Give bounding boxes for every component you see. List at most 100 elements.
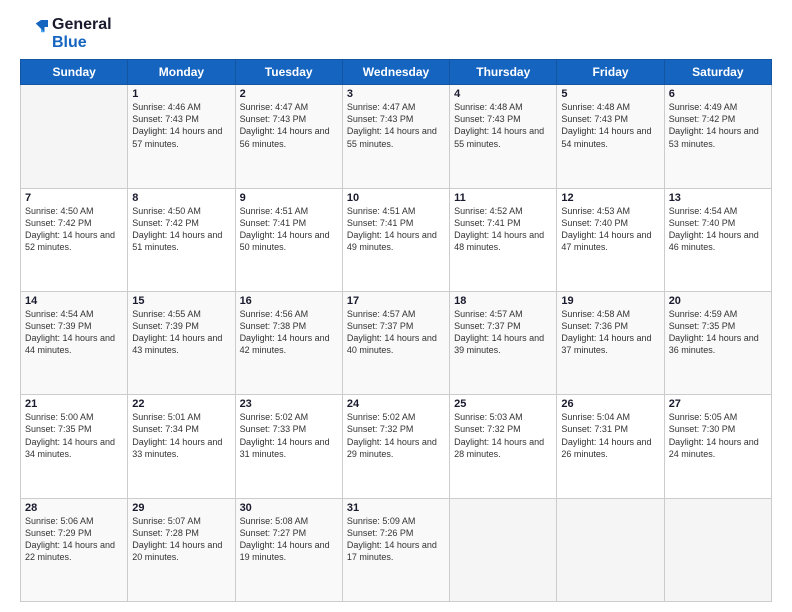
day-info: Sunrise: 4:49 AMSunset: 7:42 PMDaylight:… [669, 101, 767, 150]
day-number: 9 [240, 192, 338, 204]
day-number: 27 [669, 398, 767, 410]
day-info: Sunrise: 4:47 AMSunset: 7:43 PMDaylight:… [240, 101, 338, 150]
weekday-header-saturday: Saturday [664, 60, 771, 85]
page: General Blue SundayMondayTuesdayWednesda… [0, 0, 792, 612]
weekday-header-tuesday: Tuesday [235, 60, 342, 85]
calendar-cell: 14 Sunrise: 4:54 AMSunset: 7:39 PMDaylig… [21, 291, 128, 394]
logo-icon [20, 20, 48, 48]
day-number: 7 [25, 192, 123, 204]
weekday-header-wednesday: Wednesday [342, 60, 449, 85]
day-number: 14 [25, 295, 123, 307]
calendar-cell: 26 Sunrise: 5:04 AMSunset: 7:31 PMDaylig… [557, 395, 664, 498]
calendar-cell: 15 Sunrise: 4:55 AMSunset: 7:39 PMDaylig… [128, 291, 235, 394]
weekday-header-monday: Monday [128, 60, 235, 85]
calendar-cell: 13 Sunrise: 4:54 AMSunset: 7:40 PMDaylig… [664, 188, 771, 291]
calendar-cell: 12 Sunrise: 4:53 AMSunset: 7:40 PMDaylig… [557, 188, 664, 291]
day-info: Sunrise: 4:51 AMSunset: 7:41 PMDaylight:… [240, 205, 338, 254]
calendar-cell: 24 Sunrise: 5:02 AMSunset: 7:32 PMDaylig… [342, 395, 449, 498]
calendar-cell: 5 Sunrise: 4:48 AMSunset: 7:43 PMDayligh… [557, 85, 664, 188]
day-number: 17 [347, 295, 445, 307]
calendar-cell: 30 Sunrise: 5:08 AMSunset: 7:27 PMDaylig… [235, 498, 342, 601]
calendar-cell: 19 Sunrise: 4:58 AMSunset: 7:36 PMDaylig… [557, 291, 664, 394]
day-info: Sunrise: 5:04 AMSunset: 7:31 PMDaylight:… [561, 411, 659, 460]
calendar-cell: 16 Sunrise: 4:56 AMSunset: 7:38 PMDaylig… [235, 291, 342, 394]
weekday-header-thursday: Thursday [450, 60, 557, 85]
day-number: 26 [561, 398, 659, 410]
day-number: 20 [669, 295, 767, 307]
calendar-cell: 20 Sunrise: 4:59 AMSunset: 7:35 PMDaylig… [664, 291, 771, 394]
day-info: Sunrise: 4:52 AMSunset: 7:41 PMDaylight:… [454, 205, 552, 254]
day-info: Sunrise: 4:50 AMSunset: 7:42 PMDaylight:… [25, 205, 123, 254]
day-number: 31 [347, 502, 445, 514]
day-info: Sunrise: 5:06 AMSunset: 7:29 PMDaylight:… [25, 515, 123, 564]
day-info: Sunrise: 4:51 AMSunset: 7:41 PMDaylight:… [347, 205, 445, 254]
calendar-cell: 28 Sunrise: 5:06 AMSunset: 7:29 PMDaylig… [21, 498, 128, 601]
day-info: Sunrise: 4:47 AMSunset: 7:43 PMDaylight:… [347, 101, 445, 150]
logo: General Blue [20, 16, 112, 51]
day-number: 29 [132, 502, 230, 514]
day-number: 22 [132, 398, 230, 410]
day-number: 11 [454, 192, 552, 204]
day-number: 10 [347, 192, 445, 204]
calendar-cell: 31 Sunrise: 5:09 AMSunset: 7:26 PMDaylig… [342, 498, 449, 601]
day-info: Sunrise: 5:01 AMSunset: 7:34 PMDaylight:… [132, 411, 230, 460]
calendar-cell: 29 Sunrise: 5:07 AMSunset: 7:28 PMDaylig… [128, 498, 235, 601]
day-number: 4 [454, 88, 552, 100]
day-info: Sunrise: 4:54 AMSunset: 7:39 PMDaylight:… [25, 308, 123, 357]
calendar-cell: 17 Sunrise: 4:57 AMSunset: 7:37 PMDaylig… [342, 291, 449, 394]
calendar-cell [557, 498, 664, 601]
day-number: 2 [240, 88, 338, 100]
calendar-cell [450, 498, 557, 601]
day-number: 13 [669, 192, 767, 204]
day-info: Sunrise: 4:54 AMSunset: 7:40 PMDaylight:… [669, 205, 767, 254]
calendar-cell: 8 Sunrise: 4:50 AMSunset: 7:42 PMDayligh… [128, 188, 235, 291]
day-number: 18 [454, 295, 552, 307]
day-info: Sunrise: 4:56 AMSunset: 7:38 PMDaylight:… [240, 308, 338, 357]
day-info: Sunrise: 4:46 AMSunset: 7:43 PMDaylight:… [132, 101, 230, 150]
calendar-cell: 11 Sunrise: 4:52 AMSunset: 7:41 PMDaylig… [450, 188, 557, 291]
day-number: 16 [240, 295, 338, 307]
logo-text: General Blue [52, 16, 112, 51]
day-info: Sunrise: 5:08 AMSunset: 7:27 PMDaylight:… [240, 515, 338, 564]
day-number: 19 [561, 295, 659, 307]
header: General Blue [20, 16, 772, 51]
day-info: Sunrise: 5:00 AMSunset: 7:35 PMDaylight:… [25, 411, 123, 460]
day-info: Sunrise: 4:48 AMSunset: 7:43 PMDaylight:… [561, 101, 659, 150]
day-info: Sunrise: 4:48 AMSunset: 7:43 PMDaylight:… [454, 101, 552, 150]
day-number: 3 [347, 88, 445, 100]
day-info: Sunrise: 5:02 AMSunset: 7:33 PMDaylight:… [240, 411, 338, 460]
day-info: Sunrise: 5:02 AMSunset: 7:32 PMDaylight:… [347, 411, 445, 460]
day-number: 23 [240, 398, 338, 410]
calendar-cell: 9 Sunrise: 4:51 AMSunset: 7:41 PMDayligh… [235, 188, 342, 291]
day-number: 12 [561, 192, 659, 204]
day-info: Sunrise: 4:57 AMSunset: 7:37 PMDaylight:… [454, 308, 552, 357]
day-info: Sunrise: 4:55 AMSunset: 7:39 PMDaylight:… [132, 308, 230, 357]
calendar-cell: 4 Sunrise: 4:48 AMSunset: 7:43 PMDayligh… [450, 85, 557, 188]
calendar-cell: 27 Sunrise: 5:05 AMSunset: 7:30 PMDaylig… [664, 395, 771, 498]
calendar-cell: 22 Sunrise: 5:01 AMSunset: 7:34 PMDaylig… [128, 395, 235, 498]
weekday-header-friday: Friday [557, 60, 664, 85]
day-number: 25 [454, 398, 552, 410]
calendar-cell [664, 498, 771, 601]
day-number: 1 [132, 88, 230, 100]
calendar-cell: 1 Sunrise: 4:46 AMSunset: 7:43 PMDayligh… [128, 85, 235, 188]
calendar-cell: 25 Sunrise: 5:03 AMSunset: 7:32 PMDaylig… [450, 395, 557, 498]
calendar-cell: 23 Sunrise: 5:02 AMSunset: 7:33 PMDaylig… [235, 395, 342, 498]
weekday-header-sunday: Sunday [21, 60, 128, 85]
day-number: 6 [669, 88, 767, 100]
day-number: 24 [347, 398, 445, 410]
day-number: 8 [132, 192, 230, 204]
day-info: Sunrise: 5:09 AMSunset: 7:26 PMDaylight:… [347, 515, 445, 564]
calendar-cell: 3 Sunrise: 4:47 AMSunset: 7:43 PMDayligh… [342, 85, 449, 188]
day-number: 30 [240, 502, 338, 514]
day-number: 21 [25, 398, 123, 410]
calendar-cell: 21 Sunrise: 5:00 AMSunset: 7:35 PMDaylig… [21, 395, 128, 498]
day-number: 28 [25, 502, 123, 514]
calendar-cell [21, 85, 128, 188]
day-info: Sunrise: 4:53 AMSunset: 7:40 PMDaylight:… [561, 205, 659, 254]
calendar-cell: 7 Sunrise: 4:50 AMSunset: 7:42 PMDayligh… [21, 188, 128, 291]
day-number: 15 [132, 295, 230, 307]
calendar-cell: 6 Sunrise: 4:49 AMSunset: 7:42 PMDayligh… [664, 85, 771, 188]
day-info: Sunrise: 5:07 AMSunset: 7:28 PMDaylight:… [132, 515, 230, 564]
calendar-table: SundayMondayTuesdayWednesdayThursdayFrid… [20, 59, 772, 602]
